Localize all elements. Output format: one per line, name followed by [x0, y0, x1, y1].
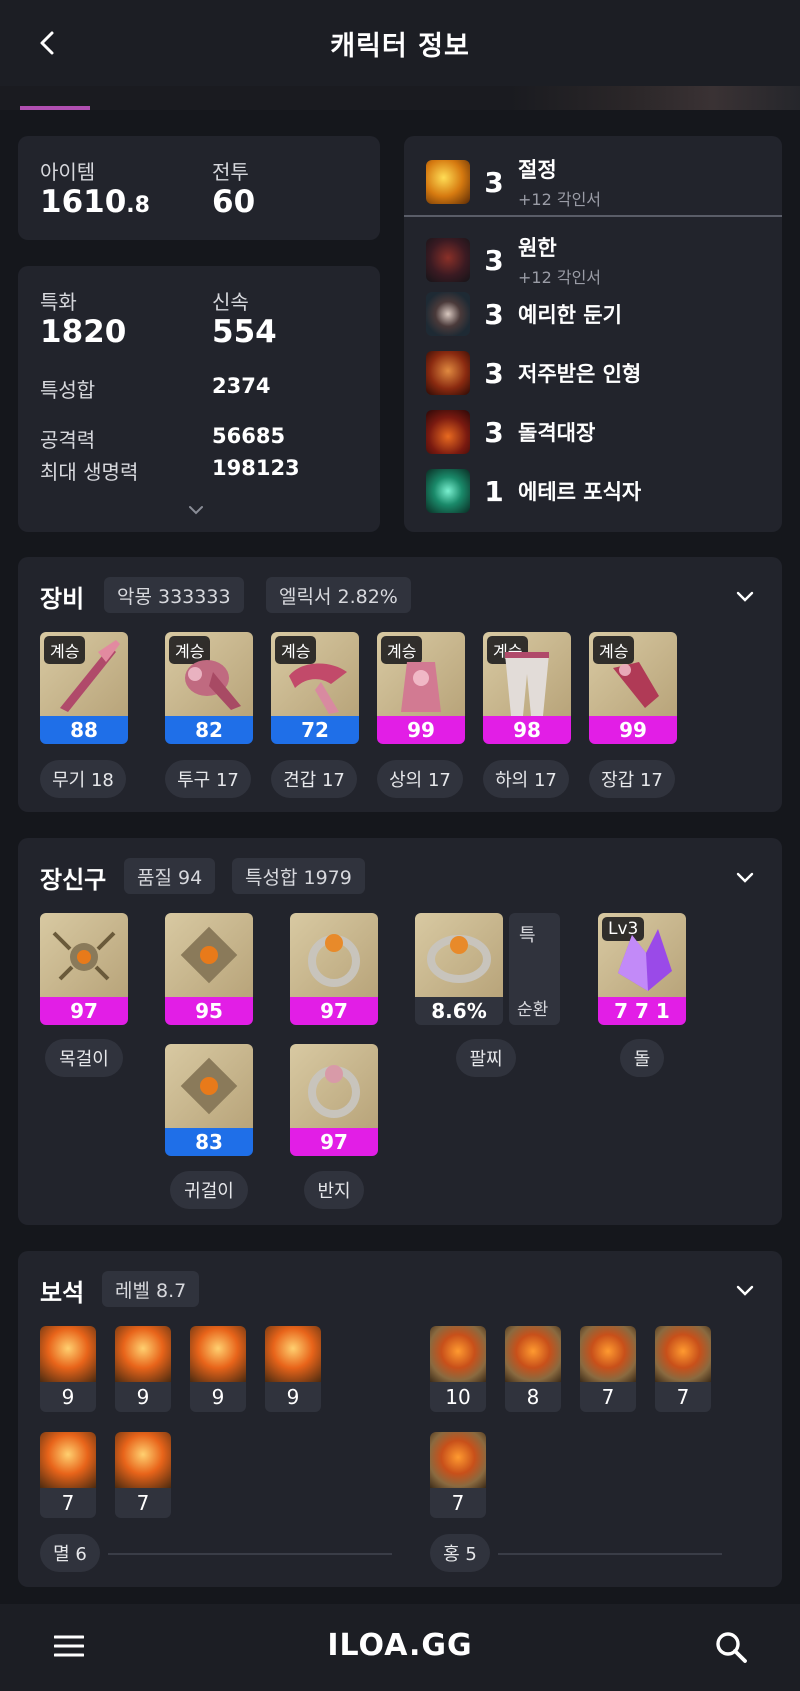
bottom-bar: ILOA.GG: [0, 1604, 800, 1691]
collapse-chevron-icon[interactable]: [733, 1279, 757, 1303]
equipment-gloves[interactable]: 계승 99: [589, 632, 677, 744]
active-tab-indicator: [20, 106, 90, 110]
doll-icon: [426, 351, 470, 395]
engraving-item[interactable]: 3 저주받은 인형: [426, 351, 641, 395]
attack-label: 공격력: [40, 428, 96, 452]
equipment-label: 장갑 17: [589, 760, 675, 798]
set-chip: 악몽 333333: [104, 577, 244, 613]
divider: [404, 215, 782, 217]
damage-gem[interactable]: 9: [115, 1326, 171, 1412]
item-level-value: 1610.8: [40, 184, 150, 220]
divider: [498, 1553, 722, 1555]
damage-gem[interactable]: 7: [115, 1432, 171, 1518]
equipment-card: 장비 악몽 333333 엘릭서 2.82% 계승 88 계승 82 계승 72…: [18, 557, 782, 812]
banner-image: [510, 86, 800, 110]
equipment-label: 하의 17: [483, 760, 569, 798]
divider: [108, 1553, 392, 1555]
collapse-chevron-icon[interactable]: [733, 585, 757, 609]
swift-label: 신속: [212, 290, 249, 314]
stats-card: 특화 1820 신속 554 특성합 2374 공격력 56685 최대 생명력…: [18, 266, 380, 532]
accessories-card: 장신구 품질 94 특성합 1979 97 95 97 8.6% 특 순환 Lv…: [18, 838, 782, 1225]
attack-value: 56685: [212, 424, 286, 448]
necklace-item[interactable]: 97: [40, 913, 128, 1025]
ring-item[interactable]: 97: [290, 1044, 378, 1156]
bracelet-item[interactable]: 8.6%: [415, 913, 503, 1025]
equipment-label: 견갑 17: [271, 760, 357, 798]
section-title: 보석: [40, 1279, 85, 1307]
damage-gem-count: 멸 6: [40, 1534, 100, 1572]
equipment-label: 상의 17: [377, 760, 463, 798]
ether-icon: [426, 469, 470, 513]
earring-item[interactable]: 95: [165, 913, 253, 1025]
section-title: 장비: [40, 585, 85, 613]
gems-card: 보석 레벨 8.7 9 9 9 9 7 7 10 8 7 7 7 멸 6 홍 5: [18, 1251, 782, 1587]
engraving-item[interactable]: 3 돌격대장: [426, 410, 595, 454]
ring-item[interactable]: 97: [290, 913, 378, 1025]
cooldown-gem[interactable]: 7: [580, 1326, 636, 1412]
demon-icon: [426, 238, 470, 282]
cooldown-gem[interactable]: 10: [430, 1326, 486, 1412]
engraving-item[interactable]: 3 예리한 둔기: [426, 292, 622, 336]
swift-value: 554: [212, 314, 277, 350]
earring-label: 귀걸이: [170, 1171, 248, 1209]
equipment-chest[interactable]: 계승 99: [377, 632, 465, 744]
search-icon[interactable]: [714, 1630, 748, 1664]
spec-value: 1820: [40, 314, 127, 350]
stat-sum-value: 2374: [212, 374, 271, 398]
equipment-weapon[interactable]: 계승 88: [40, 632, 128, 744]
equipment-shoulder[interactable]: 계승 72: [271, 632, 359, 744]
max-hp-value: 198123: [212, 456, 300, 480]
lightning-icon: [426, 160, 470, 204]
cooldown-gem[interactable]: 7: [430, 1432, 486, 1518]
tab-strip[interactable]: [0, 86, 800, 110]
elixir-chip: 엘릭서 2.82%: [266, 577, 411, 613]
combat-level-label: 전투: [212, 160, 249, 184]
damage-gem[interactable]: 9: [190, 1326, 246, 1412]
damage-gem[interactable]: 9: [40, 1326, 96, 1412]
section-title: 장신구: [40, 866, 107, 894]
equipment-pants[interactable]: 계승 98: [483, 632, 571, 744]
cooldown-gem-count: 홍 5: [430, 1534, 490, 1572]
quality-chip: 품질 94: [124, 858, 216, 894]
charge-icon: [426, 410, 470, 454]
item-level-label: 아이템: [40, 160, 96, 184]
item-level-card: 아이템 1610.8 전투 60: [18, 136, 380, 240]
engraving-item[interactable]: 1 에테르 포식자: [426, 469, 641, 513]
engravings-card: 3 절정 +12 각인서 3 원한 +12 각인서 3 예리한 둔기 3 저주받은 …: [404, 136, 782, 532]
combat-level-value: 60: [212, 184, 256, 220]
ability-stone-item[interactable]: Lv3 7 7 1: [598, 913, 686, 1025]
necklace-label: 목걸이: [45, 1039, 123, 1077]
back-icon[interactable]: [30, 26, 64, 60]
top-bar: 캐릭터 정보: [0, 0, 800, 86]
earring-item[interactable]: 83: [165, 1044, 253, 1156]
cooldown-gem[interactable]: 7: [655, 1326, 711, 1412]
stone-label: 돌: [620, 1039, 664, 1077]
expand-chevron-icon[interactable]: [188, 500, 204, 519]
damage-gem[interactable]: 7: [40, 1432, 96, 1518]
equipment-helmet[interactable]: 계승 82: [165, 632, 253, 744]
spec-label: 특화: [40, 290, 77, 314]
bracelet-effects: 특 순환: [509, 913, 560, 1025]
engraving-item[interactable]: 3 원한 +12 각인서: [426, 232, 601, 288]
mace-icon: [426, 292, 470, 336]
damage-gem[interactable]: 9: [265, 1326, 321, 1412]
stat-sum-chip: 특성합 1979: [232, 858, 365, 894]
logo[interactable]: ILOA.GG: [0, 1628, 800, 1663]
equipment-label: 무기 18: [40, 760, 126, 798]
ring-label: 반지: [304, 1171, 364, 1209]
cooldown-gem[interactable]: 8: [505, 1326, 561, 1412]
equipment-label: 투구 17: [165, 760, 251, 798]
gem-level-chip: 레벨 8.7: [102, 1271, 200, 1307]
stat-sum-label: 특성합: [40, 378, 96, 402]
page-title: 캐릭터 정보: [330, 30, 470, 62]
max-hp-label: 최대 생명력: [40, 460, 139, 484]
engraving-item[interactable]: 3 절정 +12 각인서: [426, 154, 601, 210]
bracelet-label: 팔찌: [456, 1039, 516, 1077]
collapse-chevron-icon[interactable]: [733, 866, 757, 890]
